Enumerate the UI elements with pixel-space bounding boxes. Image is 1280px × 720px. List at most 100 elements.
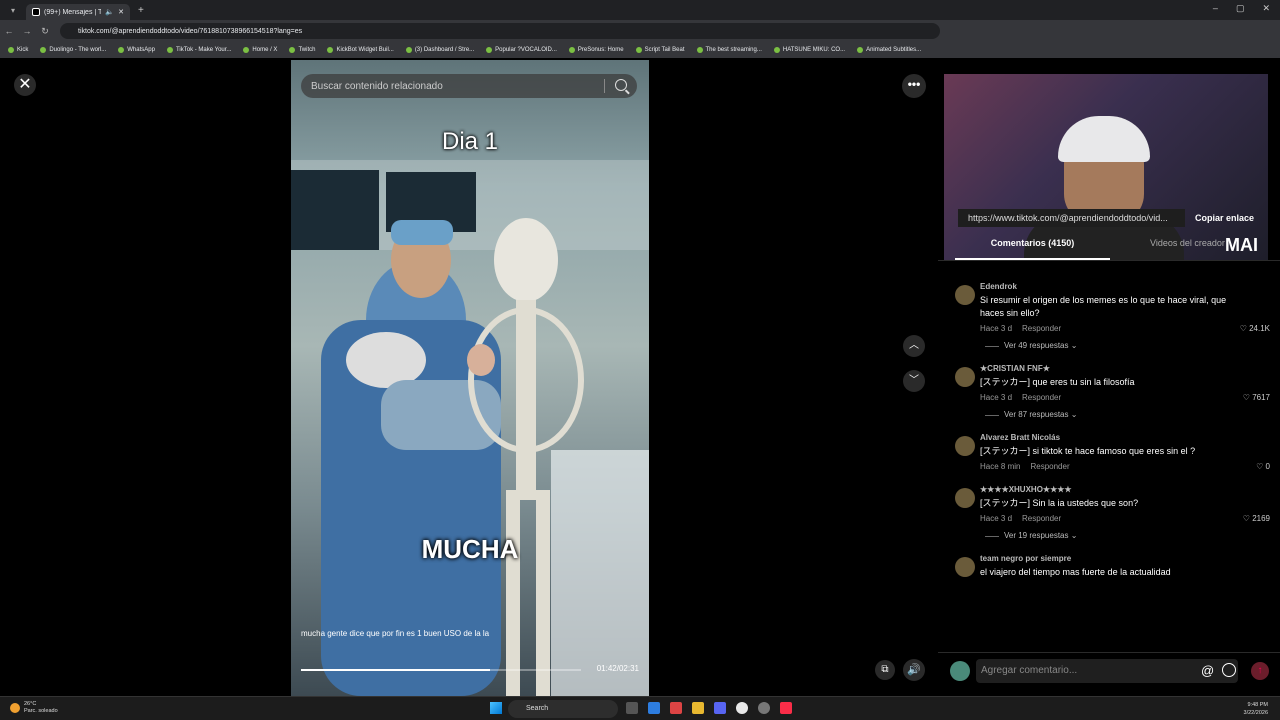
bookmark-favicon-icon	[243, 47, 250, 53]
tiktok-favicon-icon	[32, 8, 40, 16]
comment-username[interactable]: Edendrok	[980, 282, 1275, 291]
related-search-input[interactable]: Buscar contenido relacionado	[301, 74, 637, 98]
video-player[interactable]: Buscar contenido relacionado Dia 1 MUCHA…	[291, 60, 649, 696]
bookmark-item[interactable]: Script Tail Beat	[635, 47, 685, 53]
reply-button[interactable]: Responder	[1022, 514, 1061, 523]
comment-avatar[interactable]	[955, 285, 975, 305]
emoji-icon[interactable]	[1222, 663, 1236, 677]
bookmark-item[interactable]: Kick	[8, 47, 28, 53]
chrome-alt-icon[interactable]	[670, 702, 682, 714]
bookmarks-bar: Kick Duolingo - The worl... WhatsApp TikTok…	[0, 42, 1280, 58]
task-view-icon[interactable]	[626, 702, 638, 714]
reply-button[interactable]: Responder	[1022, 393, 1061, 402]
more-options-icon[interactable]: •••	[902, 74, 926, 98]
bookmark-item[interactable]: Twitch	[289, 47, 315, 53]
comment-avatar[interactable]	[955, 367, 975, 387]
sticker-icon[interactable]: ⧉	[875, 660, 895, 680]
like-button[interactable]: ♡ 24.1K	[1240, 324, 1270, 333]
reply-button[interactable]: Responder	[1022, 324, 1061, 333]
comment-item: Alvarez Bratt Nicolás [ステッカー] si tiktok t…	[955, 433, 1275, 471]
comment-username[interactable]: Alvarez Bratt Nicolás	[980, 433, 1275, 442]
forward-icon[interactable]: →	[18, 26, 36, 36]
new-tab-button[interactable]: +	[138, 5, 144, 16]
video-progress-bar[interactable]	[301, 669, 581, 671]
comment-time: Hace 3 d	[980, 324, 1013, 333]
comment-avatar[interactable]	[955, 488, 975, 508]
comment-username[interactable]: ★CRISTIAN FNF★	[980, 364, 1275, 373]
add-comment-bar: Agregar comentario... @ ↑	[938, 652, 1280, 696]
reply-button[interactable]: Responder	[1030, 462, 1069, 471]
bookmark-label: Script Tail Beat	[644, 47, 685, 53]
settings-icon[interactable]	[758, 702, 770, 714]
comment-text: [ステッカー] Sin la ia ustedes que son?	[980, 498, 1139, 508]
view-replies-button[interactable]: Ver 19 respuestas ⌄	[980, 531, 1275, 540]
comment-meta: Hace 3 d Responder ♡ 24.1K	[980, 324, 1275, 333]
comment-item: ★★★★XHUXHO★★★★ [ステッカー] Sin la ia ustedes …	[955, 485, 1275, 540]
bookmark-item[interactable]: WhatsApp	[118, 47, 155, 53]
music-app-icon[interactable]	[780, 702, 792, 714]
mention-icon[interactable]: @	[1201, 663, 1214, 678]
comment-avatar[interactable]	[955, 436, 975, 456]
share-link-url[interactable]: https://www.tiktok.com/@aprendiendoddtod…	[958, 209, 1185, 227]
bookmark-item[interactable]: Popular ?VOCALOID...	[486, 47, 557, 53]
bookmark-item[interactable]: PreSonus: Home	[568, 47, 624, 53]
bookmark-item[interactable]: Animated Subtitles...	[857, 47, 921, 53]
discord-icon[interactable]	[714, 702, 726, 714]
video-caption-top: Dia 1	[441, 128, 499, 155]
next-video-icon[interactable]: ﹀	[903, 370, 925, 392]
tab-creator-videos[interactable]: Videos del creador	[1110, 238, 1265, 260]
tab-comments[interactable]: Comentarios (4150)	[955, 238, 1110, 260]
chrome-icon[interactable]	[736, 702, 748, 714]
like-button[interactable]: ♡ 0	[1256, 462, 1270, 471]
copy-link-button[interactable]: Copiar enlace	[1185, 213, 1264, 223]
browser-tab-tiktok[interactable]: (99+) Mensajes | TikTok 🔈 ✕	[26, 4, 130, 20]
previous-video-icon[interactable]: ︿	[903, 335, 925, 357]
edge-icon[interactable]	[648, 702, 660, 714]
view-replies-button[interactable]: Ver 49 respuestas ⌄	[980, 341, 1275, 350]
bookmark-favicon-icon	[8, 47, 14, 53]
reload-icon[interactable]: ↻	[36, 26, 54, 37]
close-video-button[interactable]: ✕	[14, 74, 36, 96]
like-button[interactable]: ♡ 7617	[1243, 393, 1270, 402]
comment-text: el viajero del tiempo mas fuerte de la a…	[980, 567, 1171, 577]
taskbar-search[interactable]: Search	[508, 700, 618, 718]
comment-username[interactable]: ★★★★XHUXHO★★★★	[980, 485, 1275, 494]
bookmark-label: The best streaming...	[705, 47, 762, 53]
weather-widget[interactable]: 26°C Parc. soleado	[10, 701, 58, 715]
maximize-icon[interactable]: ▢	[1236, 3, 1245, 14]
comment-avatar[interactable]	[955, 557, 975, 577]
file-explorer-icon[interactable]	[692, 702, 704, 714]
windows-start-icon[interactable]	[490, 702, 502, 714]
close-window-icon[interactable]: ✕	[1262, 3, 1270, 14]
webcam-overlay: MAI	[944, 74, 1268, 260]
like-count: 2169	[1252, 514, 1270, 523]
like-button[interactable]: ♡ 2169	[1243, 514, 1270, 523]
bookmark-item[interactable]: Duolingo - The worl...	[40, 47, 106, 53]
bookmark-item[interactable]: The best streaming...	[696, 47, 762, 53]
bookmark-favicon-icon	[773, 47, 780, 53]
bookmark-item[interactable]: Home / X	[243, 47, 277, 53]
minimize-icon[interactable]: –	[1213, 3, 1218, 14]
tab-audio-icon[interactable]: 🔈	[105, 8, 114, 16]
system-clock[interactable]: 9:48 PM 3/22/2026	[1244, 701, 1268, 717]
bookmark-item[interactable]: (3) Dashboard / Stre...	[405, 47, 474, 53]
tab-close-icon[interactable]: ✕	[118, 8, 124, 16]
volume-icon[interactable]: 🔊	[903, 659, 925, 681]
bookmark-item[interactable]: TikTok - Make Your...	[166, 47, 231, 53]
comment-item: team negro por siempre el viajero del tie…	[955, 554, 1275, 579]
comment-username[interactable]: team negro por siempre	[980, 554, 1275, 563]
view-replies-button[interactable]: Ver 87 respuestas ⌄	[980, 410, 1275, 419]
comment-input[interactable]: Agregar comentario...	[976, 659, 1238, 683]
comment-item: ★CRISTIAN FNF★ [ステッカー] que eres tu sin la…	[955, 364, 1275, 419]
send-comment-button[interactable]: ↑	[1251, 662, 1269, 680]
comments-list: Edendrok Si resumir el origen de los meme…	[955, 282, 1275, 593]
like-count: 24.1K	[1249, 324, 1270, 333]
search-icon[interactable]	[615, 79, 627, 91]
browser-tab-strip: ▾ (99+) Mensajes | TikTok 🔈 ✕ + – ▢ ✕	[0, 0, 1280, 20]
bookmark-item[interactable]: HATSUNE MIKU: CO...	[773, 47, 845, 53]
tab-list-button[interactable]: ▾	[0, 6, 26, 15]
bookmark-item[interactable]: KickBot Widget Buil...	[327, 47, 394, 53]
back-icon[interactable]: ←	[0, 26, 18, 36]
bookmark-label: Kick	[17, 47, 29, 53]
address-bar[interactable]: tiktok.com/@aprendiendoddtodo/video/7618…	[60, 23, 940, 39]
